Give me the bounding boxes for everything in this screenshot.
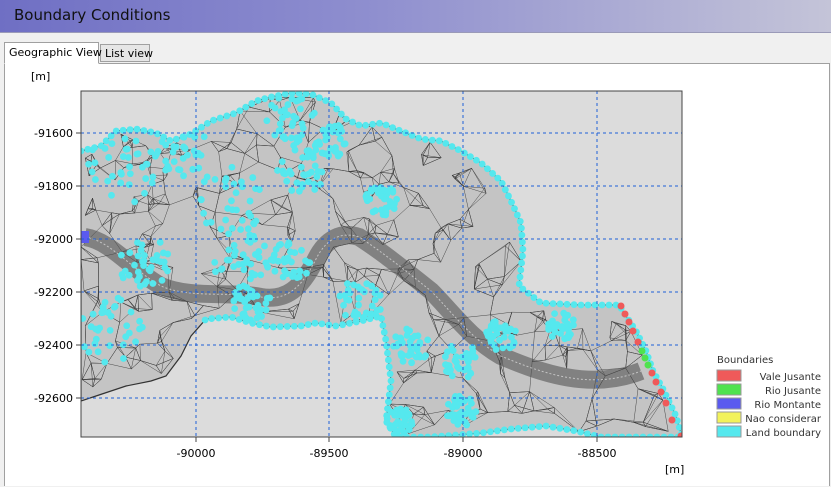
legend-label-rio-montante: Rio Montante: [754, 400, 821, 411]
tab-geographic-view[interactable]: Geographic View: [4, 42, 99, 64]
legend-swatch-land-boundary: [717, 426, 741, 437]
legend-label-nao-considerar: Nao considerar: [745, 414, 822, 425]
legend: Boundaries Vale Jusante Rio Jusante Rio …: [717, 355, 822, 439]
legend-label-rio-jusante: Rio Jusante: [765, 386, 821, 397]
x-tick-label: -89000: [444, 447, 483, 460]
legend-label-vale-jusante: Vale Jusante: [760, 372, 821, 383]
tab-list-view[interactable]: List view: [100, 44, 150, 62]
legend-title: Boundaries: [717, 355, 773, 366]
map-canvas[interactable]: [m] -91600 -91800 -92000 -92200 -92400 -…: [5, 64, 829, 487]
x-tick-label: -88500: [578, 447, 617, 460]
legend-swatch-rio-montante: [717, 398, 741, 409]
x-axis-unit: [m]: [665, 463, 684, 476]
geographic-view-panel: [m] -91600 -91800 -92000 -92200 -92400 -…: [4, 63, 830, 486]
y-tick-label: -91800: [34, 180, 73, 193]
x-tick-label: -89500: [310, 447, 349, 460]
legend-label-land-boundary: Land boundary: [746, 428, 821, 439]
legend-swatch-vale-jusante: [717, 370, 741, 381]
window-title-bar: Boundary Conditions: [0, 0, 831, 33]
x-tick-label: -90000: [177, 447, 216, 460]
y-tick-label: -92200: [34, 286, 73, 299]
y-tick-label: -92000: [34, 233, 73, 246]
rio-montante-markers: [81, 231, 89, 243]
legend-swatch-rio-jusante: [717, 384, 741, 395]
y-tick-label: -91600: [34, 127, 73, 140]
window-title: Boundary Conditions: [14, 6, 170, 24]
y-tick-label: -92600: [34, 392, 73, 405]
y-tick-label: -92400: [34, 339, 73, 352]
legend-swatch-nao-considerar: [717, 412, 741, 423]
y-axis-unit: [m]: [31, 70, 50, 83]
